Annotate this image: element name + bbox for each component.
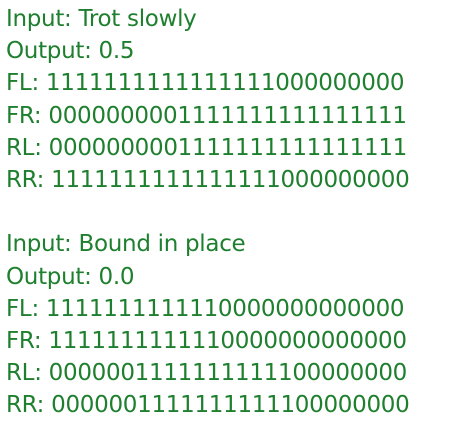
front-left-leg-pattern: FL: 1111111111111111000000000: [6, 70, 405, 97]
rear-right-leg-pattern: RR: 1111111111111111000000000: [6, 166, 410, 193]
example-block-bound-in-place: Input: Bound in place Output: 0.0 FL: 11…: [6, 228, 464, 421]
rear-left-leg-pattern: RL: 0000000001111111111111111: [6, 134, 407, 161]
input-line: Input: Bound in place: [6, 231, 246, 258]
rear-right-leg-pattern: RR: 0000001111111111100000000: [6, 392, 410, 419]
front-right-leg-pattern: FR: 1111111111110000000000000: [6, 327, 407, 354]
input-line: Input: Trot slowly: [6, 6, 197, 32]
gait-pattern-document: Input: Trot slowly Output: 0.5 FL: 11111…: [6, 3, 464, 421]
rear-left-leg-pattern: RL: 0000001111111111100000000: [6, 360, 407, 387]
output-line: Output: 0.0: [6, 263, 135, 290]
output-line: Output: 0.5: [6, 38, 135, 65]
example-block-trot-slowly: Input: Trot slowly Output: 0.5 FL: 11111…: [6, 3, 464, 196]
front-left-leg-pattern: FL: 1111111111110000000000000: [6, 295, 405, 322]
front-right-leg-pattern: FR: 0000000001111111111111111: [6, 102, 407, 129]
